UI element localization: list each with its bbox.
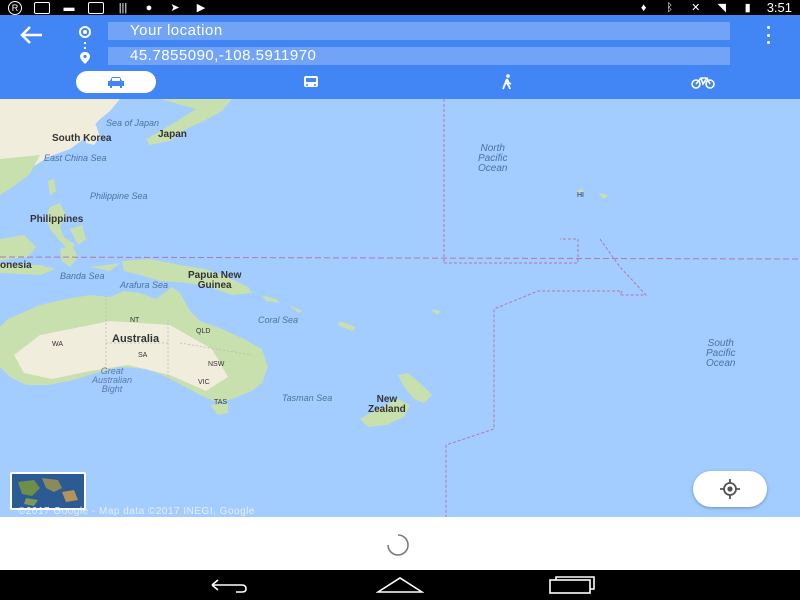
label-nt: NT — [130, 317, 140, 324]
arrow-left-icon — [20, 26, 42, 44]
nav-home-button[interactable] — [376, 576, 424, 594]
nav-recents-button[interactable] — [548, 576, 596, 594]
barcode-icon: ||| — [118, 2, 128, 14]
back-button[interactable] — [20, 25, 50, 51]
label-north-pacific-ocean: North Pacific Ocean — [478, 144, 507, 174]
label-tas: TAS — [214, 399, 228, 406]
status-bar-left: R ▬ ||| ● ➤ ▶ — [8, 1, 208, 15]
more-dot — [766, 26, 770, 29]
label-australia: Australia — [112, 333, 160, 345]
system-nav-bar — [0, 570, 800, 600]
region-line: Bight — [101, 384, 123, 394]
bike-icon — [691, 77, 715, 89]
tab-bicycle[interactable] — [686, 71, 720, 93]
news-icon — [88, 2, 104, 14]
label-japan: Japan — [158, 129, 187, 140]
label-sa: SA — [138, 352, 148, 359]
destination-pin-icon — [80, 52, 90, 64]
my-location-button[interactable] — [693, 471, 767, 507]
label-south-pacific-ocean: South Pacific Ocean — [706, 339, 735, 369]
label-sea-of-japan: Sea of Japan — [106, 118, 160, 128]
label-qld: QLD — [196, 328, 211, 335]
ocean-line: Ocean — [478, 163, 508, 174]
label-philippine-sea: Philippine Sea — [90, 191, 148, 201]
send-icon: ➤ — [170, 2, 180, 14]
walk-icon — [502, 74, 512, 90]
satellite-layer-button[interactable] — [10, 472, 86, 510]
more-options-button[interactable] — [764, 26, 772, 44]
satellite-thumbnail-icon — [12, 474, 84, 508]
label-great-australian-bight: Great Australian Bight — [92, 367, 132, 394]
more-dot — [766, 33, 770, 37]
loading-spinner-icon — [387, 534, 409, 556]
status-bar: R ▬ ||| ● ➤ ▶ ♦ ᛒ ✕ ◥ ▮ 3:51 — [0, 0, 800, 15]
label-hi: HI — [577, 192, 584, 199]
bus-icon — [304, 76, 318, 87]
label-tasman-sea: Tasman Sea — [282, 393, 333, 403]
print-icon: ▬ — [63, 2, 75, 14]
destination-field[interactable]: 45.7855090,-108.5911970 — [108, 47, 730, 65]
label-philippines: Philippines — [30, 214, 84, 225]
label-vic: VIC — [198, 379, 210, 386]
mute-icon: ✕ — [691, 1, 701, 14]
label-banda-sea: Banda Sea — [60, 271, 105, 281]
map-copyright: ©2017 Google - Map data ©2017 INEGI, Goo… — [18, 506, 255, 517]
car-icon — [108, 77, 124, 88]
battery-icon: ▮ — [744, 1, 751, 14]
label-indonesia: onesia — [0, 260, 32, 271]
registered-icon: R — [8, 1, 22, 15]
bluetooth-icon: ᛒ — [666, 1, 673, 14]
map-view[interactable]: South Korea Japan Philippines onesia Pap… — [0, 99, 800, 517]
label-coral-sea: Coral Sea — [258, 315, 299, 325]
origin-field[interactable]: Your location — [108, 22, 730, 40]
wifi-icon: ◥ — [717, 1, 726, 14]
label-arafura-sea: Arafura Sea — [120, 280, 169, 290]
directions-header: Your location 45.7855090,-108.5911970 — [0, 15, 800, 99]
ocean-line: Ocean — [706, 358, 736, 369]
tab-drive[interactable] — [76, 71, 156, 93]
label-papua-new-guinea: Papua New Guinea — [188, 271, 241, 291]
label-nsw: NSW — [208, 361, 225, 368]
results-sheet — [0, 517, 800, 570]
label-nz-line2: Zealand — [368, 404, 406, 415]
nav-back-button[interactable] — [206, 576, 250, 594]
status-bar-right: ♦ ᛒ ✕ ◥ ▮ 3:51 — [637, 0, 792, 15]
more-dot — [766, 41, 770, 44]
label-png-line2: Guinea — [197, 280, 232, 291]
travel-mode-tabs — [0, 71, 800, 97]
tab-walk[interactable] — [492, 71, 522, 93]
download-icon — [34, 2, 50, 14]
video-icon: ▶ — [196, 2, 206, 14]
crosshair-icon — [720, 479, 740, 499]
label-new-zealand: New Zealand — [368, 395, 406, 415]
label-wa: WA — [52, 341, 64, 348]
alert-icon: ● — [145, 2, 153, 14]
location-icon: ♦ — [640, 1, 647, 14]
label-east-china-sea: East China Sea — [44, 153, 107, 163]
tab-transit[interactable] — [296, 71, 326, 93]
label-south-korea: South Korea — [52, 133, 112, 144]
status-time: 3:51 — [766, 0, 792, 15]
map-terrain — [0, 99, 800, 517]
origin-marker-icon — [79, 26, 91, 38]
